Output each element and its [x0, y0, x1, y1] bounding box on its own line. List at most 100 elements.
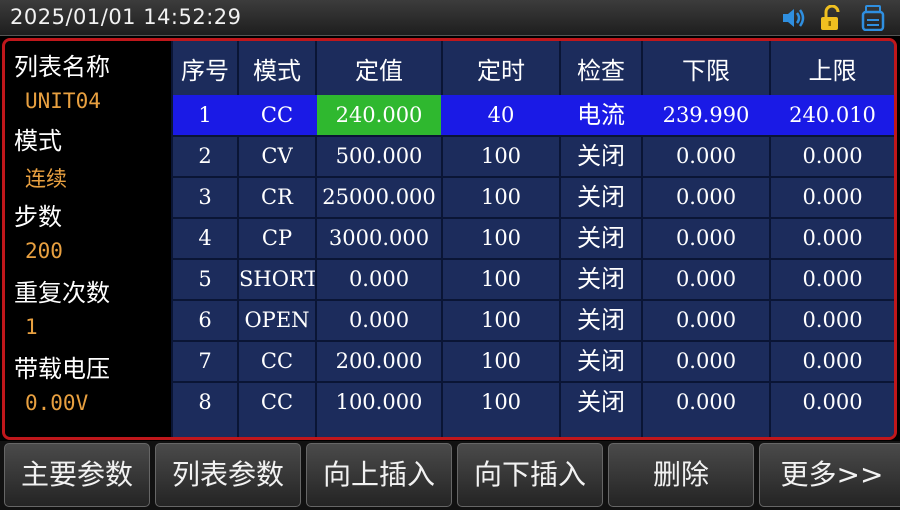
repeat-count-label: 重复次数	[14, 279, 110, 307]
cell-mode[interactable]: CC	[239, 341, 315, 381]
speaker-icon[interactable]	[780, 5, 806, 31]
table-row[interactable]: 6 OPEN 0.000 100 关闭 0.000 0.000	[173, 300, 894, 340]
cell-setpoint[interactable]: 3000.000	[317, 218, 441, 258]
main-params-button[interactable]: 主要参数	[4, 443, 150, 507]
cell-upper-limit[interactable]: 0.000	[771, 341, 894, 381]
cell-upper-limit[interactable]: 0.000	[771, 382, 894, 422]
cell-seq[interactable]: 3	[173, 177, 237, 217]
cell-upper-limit[interactable]: 0.000	[771, 259, 894, 299]
delete-button[interactable]: 删除	[608, 443, 754, 507]
load-voltage-value[interactable]: 0.00V	[25, 391, 88, 415]
unlock-icon[interactable]	[818, 5, 844, 31]
table-row[interactable]: 3 CR 25000.000 100 关闭 0.000 0.000	[173, 177, 894, 217]
row-divider	[173, 258, 894, 260]
cell-seq[interactable]: 1	[173, 95, 237, 135]
steps-value[interactable]: 200	[25, 239, 63, 263]
cell-seq[interactable]: 2	[173, 136, 237, 176]
cell-setpoint[interactable]: 25000.000	[317, 177, 441, 217]
table-row[interactable]: 2 CV 500.000 100 关闭 0.000 0.000	[173, 136, 894, 176]
table-row[interactable]: 4 CP 3000.000 100 关闭 0.000 0.000	[173, 218, 894, 258]
header-upper-limit: 上限	[808, 57, 857, 85]
list-name-label: 列表名称	[14, 53, 110, 81]
cell-upper-limit[interactable]: 0.000	[771, 136, 894, 176]
cell-check[interactable]: 关闭	[561, 218, 641, 258]
row-divider	[173, 299, 894, 301]
list-table: 序号 模式 定值 定时 检查 下限 上限 1 CC 240.000 40 电流 239.990 240.0…	[173, 41, 894, 437]
cell-timer[interactable]: 100	[443, 382, 559, 422]
cell-check[interactable]: 关闭	[561, 300, 641, 340]
cell-mode[interactable]: CR	[239, 177, 315, 217]
cell-mode[interactable]: CP	[239, 218, 315, 258]
cell-upper-limit[interactable]: 240.010	[771, 95, 894, 135]
cell-seq[interactable]: 7	[173, 341, 237, 381]
cell-check[interactable]: 关闭	[561, 259, 641, 299]
cell-mode[interactable]: CC	[239, 95, 315, 135]
cell-lower-limit[interactable]: 0.000	[643, 259, 769, 299]
cell-lower-limit[interactable]: 0.000	[643, 382, 769, 422]
cell-lower-limit[interactable]: 239.990	[643, 95, 769, 135]
header-setpoint: 定值	[355, 57, 403, 85]
cell-check[interactable]: 关闭	[561, 136, 641, 176]
list-panel: 列表名称 UNIT04 模式 连续 步数 200 重复次数 1 带载电压 0.0…	[2, 38, 897, 440]
cell-lower-limit[interactable]: 0.000	[643, 341, 769, 381]
cell-timer[interactable]: 100	[443, 218, 559, 258]
cell-timer[interactable]: 100	[443, 259, 559, 299]
header-timer: 定时	[477, 57, 525, 85]
cell-lower-limit[interactable]: 0.000	[643, 136, 769, 176]
cell-timer[interactable]: 100	[443, 136, 559, 176]
mode-label: 模式	[14, 127, 62, 155]
cell-seq[interactable]: 8	[173, 382, 237, 422]
cell-timer[interactable]: 100	[443, 177, 559, 217]
row-divider	[173, 217, 894, 219]
cell-lower-limit[interactable]: 0.000	[643, 218, 769, 258]
usb-disk-icon[interactable]	[860, 5, 886, 31]
header-seq: 序号	[181, 57, 229, 85]
cell-check[interactable]: 关闭	[561, 341, 641, 381]
header-mode: 模式	[253, 57, 301, 85]
cell-setpoint[interactable]: 100.000	[317, 382, 441, 422]
datetime: 2025/01/01 14:52:29	[10, 5, 242, 29]
cell-setpoint[interactable]: 0.000	[317, 300, 441, 340]
cell-seq[interactable]: 6	[173, 300, 237, 340]
row-divider	[173, 381, 894, 383]
insert-below-button[interactable]: 向下插入	[457, 443, 603, 507]
cell-upper-limit[interactable]: 0.000	[771, 218, 894, 258]
row-divider	[173, 340, 894, 342]
cell-check[interactable]: 关闭	[561, 382, 641, 422]
cell-check[interactable]: 关闭	[561, 177, 641, 217]
cell-timer[interactable]: 40	[443, 95, 559, 135]
cell-check[interactable]: 电流	[561, 95, 641, 135]
cell-setpoint[interactable]: 500.000	[317, 136, 441, 176]
softkey-bar: 主要参数 列表参数 向上插入 向下插入 删除 更多>>	[0, 441, 900, 510]
cell-setpoint[interactable]: 240.000	[317, 95, 441, 135]
cell-setpoint[interactable]: 200.000	[317, 341, 441, 381]
steps-label: 步数	[14, 203, 62, 231]
repeat-count-value[interactable]: 1	[25, 315, 38, 339]
table-row[interactable]: 5 SHORT 0.000 100 关闭 0.000 0.000	[173, 259, 894, 299]
cell-timer[interactable]: 100	[443, 300, 559, 340]
mode-value[interactable]: 连续	[25, 163, 67, 193]
cell-upper-limit[interactable]: 0.000	[771, 177, 894, 217]
cell-seq[interactable]: 5	[173, 259, 237, 299]
header-check: 检查	[577, 57, 625, 85]
cell-lower-limit[interactable]: 0.000	[643, 177, 769, 217]
cell-seq[interactable]: 4	[173, 218, 237, 258]
row-divider	[173, 176, 894, 178]
table-row[interactable]: 7 CC 200.000 100 关闭 0.000 0.000	[173, 341, 894, 381]
cell-timer[interactable]: 100	[443, 341, 559, 381]
cell-lower-limit[interactable]: 0.000	[643, 300, 769, 340]
cell-mode[interactable]: CC	[239, 382, 315, 422]
cell-setpoint[interactable]: 0.000	[317, 259, 441, 299]
more-button[interactable]: 更多>>	[759, 443, 900, 507]
list-name-value[interactable]: UNIT04	[25, 89, 101, 113]
table-row[interactable]: 1 CC 240.000 40 电流 239.990 240.010	[173, 95, 894, 135]
insert-above-button[interactable]: 向上插入	[306, 443, 452, 507]
list-params-button[interactable]: 列表参数	[155, 443, 301, 507]
cell-upper-limit[interactable]: 0.000	[771, 300, 894, 340]
list-info-sidebar: 列表名称 UNIT04 模式 连续 步数 200 重复次数 1 带载电压 0.0…	[5, 41, 171, 437]
cell-mode[interactable]: CV	[239, 136, 315, 176]
table-row[interactable]: 8 CC 100.000 100 关闭 0.000 0.000	[173, 382, 894, 422]
cell-mode[interactable]: SHORT	[239, 259, 315, 299]
cell-mode[interactable]: OPEN	[239, 300, 315, 340]
status-bar: 2025/01/01 14:52:29	[0, 0, 900, 36]
